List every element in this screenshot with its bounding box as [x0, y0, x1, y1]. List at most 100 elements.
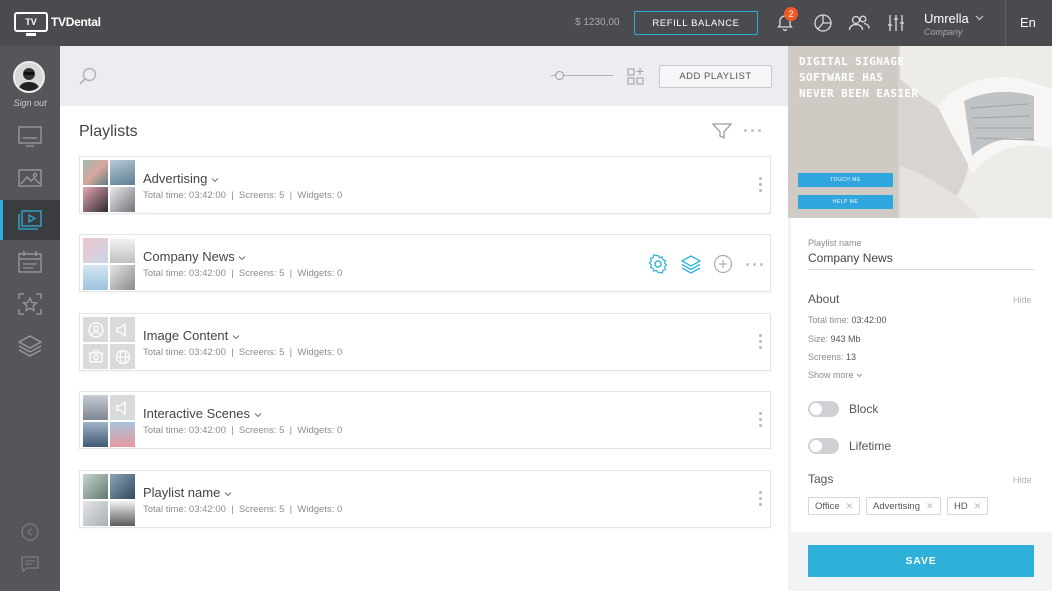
- kebab-menu-icon[interactable]: [759, 177, 763, 195]
- refill-balance-button[interactable]: REFILL BALANCE: [634, 11, 758, 35]
- playlists-icon: [18, 210, 42, 230]
- block-toggle[interactable]: [808, 401, 839, 417]
- avatar[interactable]: [13, 61, 45, 93]
- sidebar-item-media[interactable]: [0, 158, 60, 198]
- thumbnail-image: [110, 160, 135, 185]
- user-company: Company: [924, 27, 963, 37]
- chevron-left-circle-icon: [21, 523, 39, 541]
- thumbnail-image: [83, 238, 108, 263]
- playlist-name[interactable]: Advertising: [143, 171, 219, 186]
- playlist-card[interactable]: Playlist name Total time: 03:42:00 | Scr…: [79, 470, 771, 528]
- thumbnail-image: [83, 395, 108, 420]
- thumbnail-image: [110, 422, 135, 447]
- more-horizontal-icon[interactable]: [746, 263, 763, 266]
- thumbnail-image: [110, 238, 135, 263]
- widgets-icon: [18, 293, 42, 315]
- chevron-down-icon[interactable]: [211, 177, 219, 183]
- playlist-name-label: Playlist name: [808, 238, 862, 248]
- playlist-name-field[interactable]: Company News: [808, 250, 1034, 270]
- playlist-card[interactable]: Image Content Total time: 03:42:00 | Scr…: [79, 313, 771, 371]
- chevron-down-icon[interactable]: [232, 334, 240, 340]
- add-playlist-button[interactable]: ADD PLAYLIST: [659, 65, 772, 88]
- preview-headline-line: NEVER BEEN EASIER: [799, 87, 919, 100]
- thumbnail-image: [110, 501, 135, 526]
- playlist-meta: Total time: 03:42:00 | Screens: 5 | Widg…: [143, 268, 343, 279]
- about-title: About: [808, 292, 840, 306]
- tags-hide-link[interactable]: Hide: [1013, 475, 1032, 485]
- left-sidebar: Sign out: [0, 46, 60, 591]
- sign-out-link[interactable]: Sign out: [0, 98, 60, 108]
- logo-mark-text: TV: [25, 17, 37, 27]
- language-selector[interactable]: En: [1020, 15, 1036, 30]
- preview-touch-button: TOUCH ME: [798, 173, 893, 187]
- playlist-name[interactable]: Interactive Scenes: [143, 406, 262, 421]
- sidebar-item-playlists[interactable]: [0, 200, 60, 240]
- gear-icon[interactable]: [648, 254, 668, 279]
- about-screens: Screens: 13: [808, 352, 857, 362]
- lifetime-label: Lifetime: [849, 439, 892, 453]
- users-icon[interactable]: [848, 12, 870, 34]
- chat-button[interactable]: [0, 544, 60, 584]
- tag-chip[interactable]: HD ✕: [947, 497, 989, 515]
- playlist-meta: Total time: 03:42:00 | Screens: 5 | Widg…: [143, 347, 343, 358]
- chevron-down-icon[interactable]: [254, 412, 262, 418]
- playlist-card[interactable]: Interactive Scenes Total time: 03:42:00 …: [79, 391, 771, 449]
- tag-chip[interactable]: Advertising ✕: [866, 497, 941, 515]
- sidebar-item-widgets[interactable]: [0, 284, 60, 324]
- speaker-icon: [110, 317, 135, 342]
- logo-text: TVDental: [51, 15, 101, 29]
- chevron-down-icon[interactable]: [238, 255, 246, 261]
- thumbnail-image: [83, 160, 108, 185]
- app-logo[interactable]: TV TVDental: [14, 12, 101, 36]
- more-options-icon[interactable]: [744, 129, 761, 132]
- playlist-thumbnails: [83, 395, 135, 447]
- kebab-menu-icon[interactable]: [759, 491, 763, 509]
- kebab-menu-icon[interactable]: [759, 334, 763, 352]
- header-divider: [1005, 0, 1006, 46]
- speaker-icon: [110, 395, 135, 420]
- playlist-card-selected[interactable]: Company News Total time: 03:42:00 | Scre…: [79, 234, 771, 292]
- playlist-name[interactable]: Company News: [143, 249, 246, 264]
- close-icon[interactable]: ✕: [846, 501, 854, 512]
- thumbnail-image: [83, 187, 108, 212]
- tag-chip[interactable]: Office ✕: [808, 497, 861, 515]
- analytics-pie-icon[interactable]: [812, 12, 834, 34]
- thumbnail-image: [110, 265, 135, 290]
- layers-icon[interactable]: [680, 254, 702, 279]
- user-circle-icon: [83, 317, 108, 342]
- settings-sliders-icon[interactable]: [885, 12, 907, 34]
- thumbnail-image: [83, 501, 108, 526]
- about-hide-link[interactable]: Hide: [1013, 295, 1032, 305]
- lifetime-toggle[interactable]: [808, 438, 839, 454]
- playlist-name[interactable]: Image Content: [143, 328, 240, 343]
- preview-help-button: HELP ME: [798, 195, 893, 209]
- show-more-link[interactable]: Show more: [808, 370, 863, 380]
- notification-badge: 2: [784, 7, 798, 21]
- filter-icon[interactable]: [711, 122, 733, 145]
- about-size: Size: 943 Mb: [808, 334, 861, 344]
- playlist-meta: Total time: 03:42:00 | Screens: 5 | Widg…: [143, 190, 343, 201]
- kebab-menu-icon[interactable]: [759, 412, 763, 430]
- sidebar-item-layers[interactable]: [0, 326, 60, 366]
- chevron-down-icon: [856, 373, 863, 378]
- playlist-name[interactable]: Playlist name: [143, 485, 232, 500]
- sidebar-item-screens[interactable]: [0, 116, 60, 156]
- search-icon[interactable]: [78, 66, 98, 91]
- add-circle-icon[interactable]: [713, 254, 733, 279]
- zoom-slider-knob[interactable]: [555, 71, 564, 80]
- balance-amount: $ 1230,00: [575, 17, 620, 28]
- close-icon[interactable]: ✕: [974, 501, 982, 512]
- chevron-down-icon[interactable]: [975, 13, 984, 23]
- playlist-card[interactable]: Advertising Total time: 03:42:00 | Scree…: [79, 156, 771, 214]
- grid-view-icon[interactable]: [626, 67, 646, 92]
- save-button[interactable]: SAVE: [808, 545, 1034, 577]
- close-icon[interactable]: ✕: [926, 501, 934, 512]
- playlist-thumbnails: [83, 160, 135, 212]
- camera-icon: [83, 344, 108, 369]
- playlist-thumbnails: [83, 238, 135, 290]
- sidebar-item-schedule[interactable]: [0, 242, 60, 282]
- layers-icon: [17, 335, 43, 357]
- user-name[interactable]: Umrella: [924, 11, 969, 26]
- chevron-down-icon[interactable]: [224, 491, 232, 497]
- tags-title: Tags: [808, 472, 834, 486]
